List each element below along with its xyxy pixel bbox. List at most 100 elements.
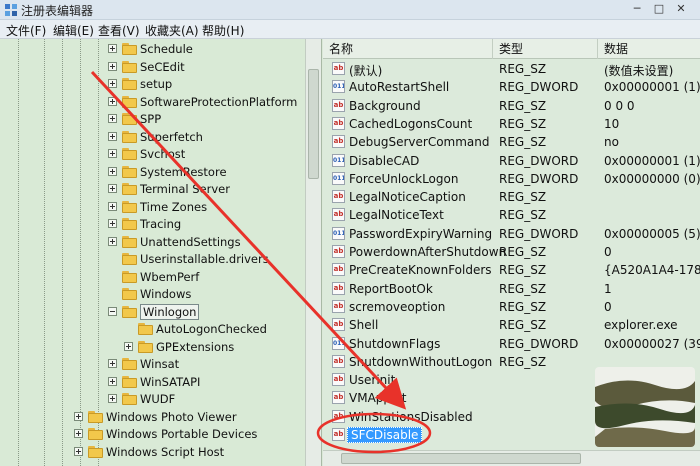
value-type: REG_DWORD <box>499 80 579 95</box>
value-row[interactable]: ab Background REG_SZ 0 0 0 <box>323 97 700 115</box>
dword-value-icon: 011 <box>332 153 345 167</box>
tree-item[interactable]: Windows Portable Devices <box>0 426 321 443</box>
value-row[interactable]: ab scremoveoption REG_SZ 0 <box>323 298 700 316</box>
value-type: REG_SZ <box>499 263 547 278</box>
tree-item-label: Svchost <box>140 147 186 161</box>
menu-edit[interactable]: 编辑(E) <box>53 22 94 39</box>
collapse-icon[interactable] <box>108 306 117 316</box>
value-row[interactable]: ab PreCreateKnownFolders REG_SZ {A520A1A4-1… <box>323 261 700 279</box>
expand-icon[interactable] <box>108 96 117 106</box>
expand-icon[interactable] <box>74 411 83 421</box>
column-name[interactable]: 名称 <box>323 39 493 59</box>
column-type[interactable]: 类型 <box>493 39 598 59</box>
folder-icon <box>122 183 137 195</box>
value-row[interactable]: ab CachedLogonsCount REG_SZ 10 <box>323 115 700 133</box>
value-name: ForceUnlockLogon <box>349 171 459 186</box>
tree-item[interactable]: Svchost <box>0 146 321 163</box>
tree-scroll-thumb[interactable] <box>308 69 319 179</box>
tree-item[interactable]: SPP <box>0 111 321 128</box>
tree-vertical-scrollbar[interactable] <box>305 39 321 466</box>
expand-icon[interactable] <box>108 44 117 53</box>
minimize-button[interactable]: ─ <box>628 1 646 17</box>
values-horizontal-scrollbar[interactable] <box>323 450 700 466</box>
expand-icon[interactable] <box>74 429 83 438</box>
tree-item[interactable]: WUDF <box>0 391 321 408</box>
value-row[interactable]: ab PowerdownAfterShutdown REG_SZ 0 <box>323 243 700 261</box>
value-name: PreCreateKnownFolders <box>349 263 492 278</box>
expand-icon[interactable] <box>108 376 117 386</box>
value-row[interactable]: 011 AutoRestartShell REG_DWORD 0x00000001 (… <box>323 78 700 96</box>
value-name: WinStationsDisabled <box>349 409 473 424</box>
value-row[interactable]: 011 ShutdownFlags REG_DWORD 0x00000027 (39) <box>323 335 700 353</box>
value-row[interactable]: 011 DisableCAD REG_DWORD 0x00000001 (1) <box>323 152 700 170</box>
value-data: {A520A1A4-1780-4 <box>604 263 700 278</box>
tree-item-label: WUDF <box>140 392 176 406</box>
tree-item[interactable]: setup <box>0 76 321 93</box>
value-row[interactable]: ab DebugServerCommand REG_SZ no <box>323 133 700 151</box>
close-button[interactable]: ✕ <box>672 1 690 17</box>
expand-icon[interactable] <box>108 131 117 141</box>
value-row[interactable]: 011 ForceUnlockLogon REG_DWORD 0x00000000 (… <box>323 170 700 188</box>
folder-icon <box>122 288 137 300</box>
value-row[interactable]: ab ReportBootOk REG_SZ 1 <box>323 280 700 298</box>
tree-item[interactable]: Windows <box>0 286 321 303</box>
value-row[interactable]: ab LegalNoticeText REG_SZ <box>323 206 700 224</box>
photo-thumbnail <box>595 367 695 447</box>
tree-item[interactable]: Winlogon <box>0 303 321 321</box>
column-data[interactable]: 数据 <box>598 39 700 59</box>
tree-item[interactable]: Winsat <box>0 356 321 373</box>
expand-icon[interactable] <box>108 166 117 176</box>
value-name: Background <box>349 98 421 113</box>
value-row[interactable]: ab Shell REG_SZ explorer.exe <box>323 316 700 334</box>
folder-icon <box>122 95 137 108</box>
expand-icon[interactable] <box>108 359 117 368</box>
expand-icon[interactable] <box>108 219 117 228</box>
menu-favorites[interactable]: 收藏夹(A) <box>145 22 199 39</box>
value-row[interactable]: ab LegalNoticeCaption REG_SZ <box>323 188 700 206</box>
tree-item[interactable]: SystemRestore <box>0 164 321 181</box>
tree-item[interactable]: WbemPerf <box>0 269 321 286</box>
tree-item[interactable]: Time Zones <box>0 199 321 216</box>
expand-icon[interactable] <box>108 149 117 158</box>
registry-key-tree[interactable]: Schedule SeCEdit setup SoftwareProtectionPl… <box>0 39 322 466</box>
tree-item[interactable]: Userinstallable.drivers <box>0 251 321 268</box>
maximize-button[interactable]: □ <box>650 1 668 17</box>
value-type: REG_SZ <box>499 281 547 296</box>
tree-item-label: WbemPerf <box>140 269 200 284</box>
expand-icon[interactable] <box>124 341 133 351</box>
value-row[interactable]: 011 PasswordExpiryWarning REG_DWORD 0x00000… <box>323 225 700 243</box>
expand-icon[interactable] <box>108 236 117 246</box>
tree-item[interactable]: Windows Photo Viewer <box>0 409 321 426</box>
value-type: REG_DWORD <box>499 171 579 186</box>
tree-item[interactable]: Superfetch <box>0 129 321 146</box>
value-data: 0x00000005 (5) <box>604 226 700 241</box>
tree-item[interactable]: SeCEdit <box>0 59 321 76</box>
menu-view[interactable]: 查看(V) <box>98 22 140 39</box>
tree-item[interactable]: Tracing <box>0 216 321 233</box>
menu-help[interactable]: 帮助(H) <box>202 22 244 39</box>
values-scroll-thumb[interactable] <box>341 453 581 464</box>
expand-icon[interactable] <box>74 446 83 456</box>
expand-icon[interactable] <box>108 114 117 123</box>
expand-icon[interactable] <box>108 79 117 88</box>
value-type: REG_SZ <box>499 354 547 369</box>
tree-item[interactable]: Terminal Server <box>0 181 321 198</box>
tree-item[interactable]: WinSATAPI <box>0 374 321 391</box>
expand-icon[interactable] <box>108 394 117 403</box>
expand-icon[interactable] <box>108 184 117 193</box>
value-row[interactable]: ab (默认) REG_SZ (数值未设置) <box>323 60 700 78</box>
dword-value-icon: 011 <box>332 171 345 185</box>
expand-icon[interactable] <box>108 61 117 71</box>
tree-item[interactable]: SoftwareProtectionPlatform <box>0 94 321 111</box>
value-type: REG_DWORD <box>499 153 579 168</box>
tree-item-label: GPExtensions <box>156 339 235 354</box>
tree-item[interactable]: UnattendSettings <box>0 234 321 251</box>
expand-icon[interactable] <box>108 201 117 211</box>
tree-item-label: SoftwareProtectionPlatform <box>140 94 298 109</box>
tree-item[interactable]: Schedule <box>0 41 321 58</box>
value-name: AutoRestartShell <box>349 80 450 95</box>
tree-item[interactable]: Windows Script Host <box>0 444 321 461</box>
tree-item[interactable]: AutoLogonChecked <box>0 321 321 338</box>
menu-file[interactable]: 文件(F) <box>6 22 46 39</box>
tree-item[interactable]: GPExtensions <box>0 339 321 356</box>
